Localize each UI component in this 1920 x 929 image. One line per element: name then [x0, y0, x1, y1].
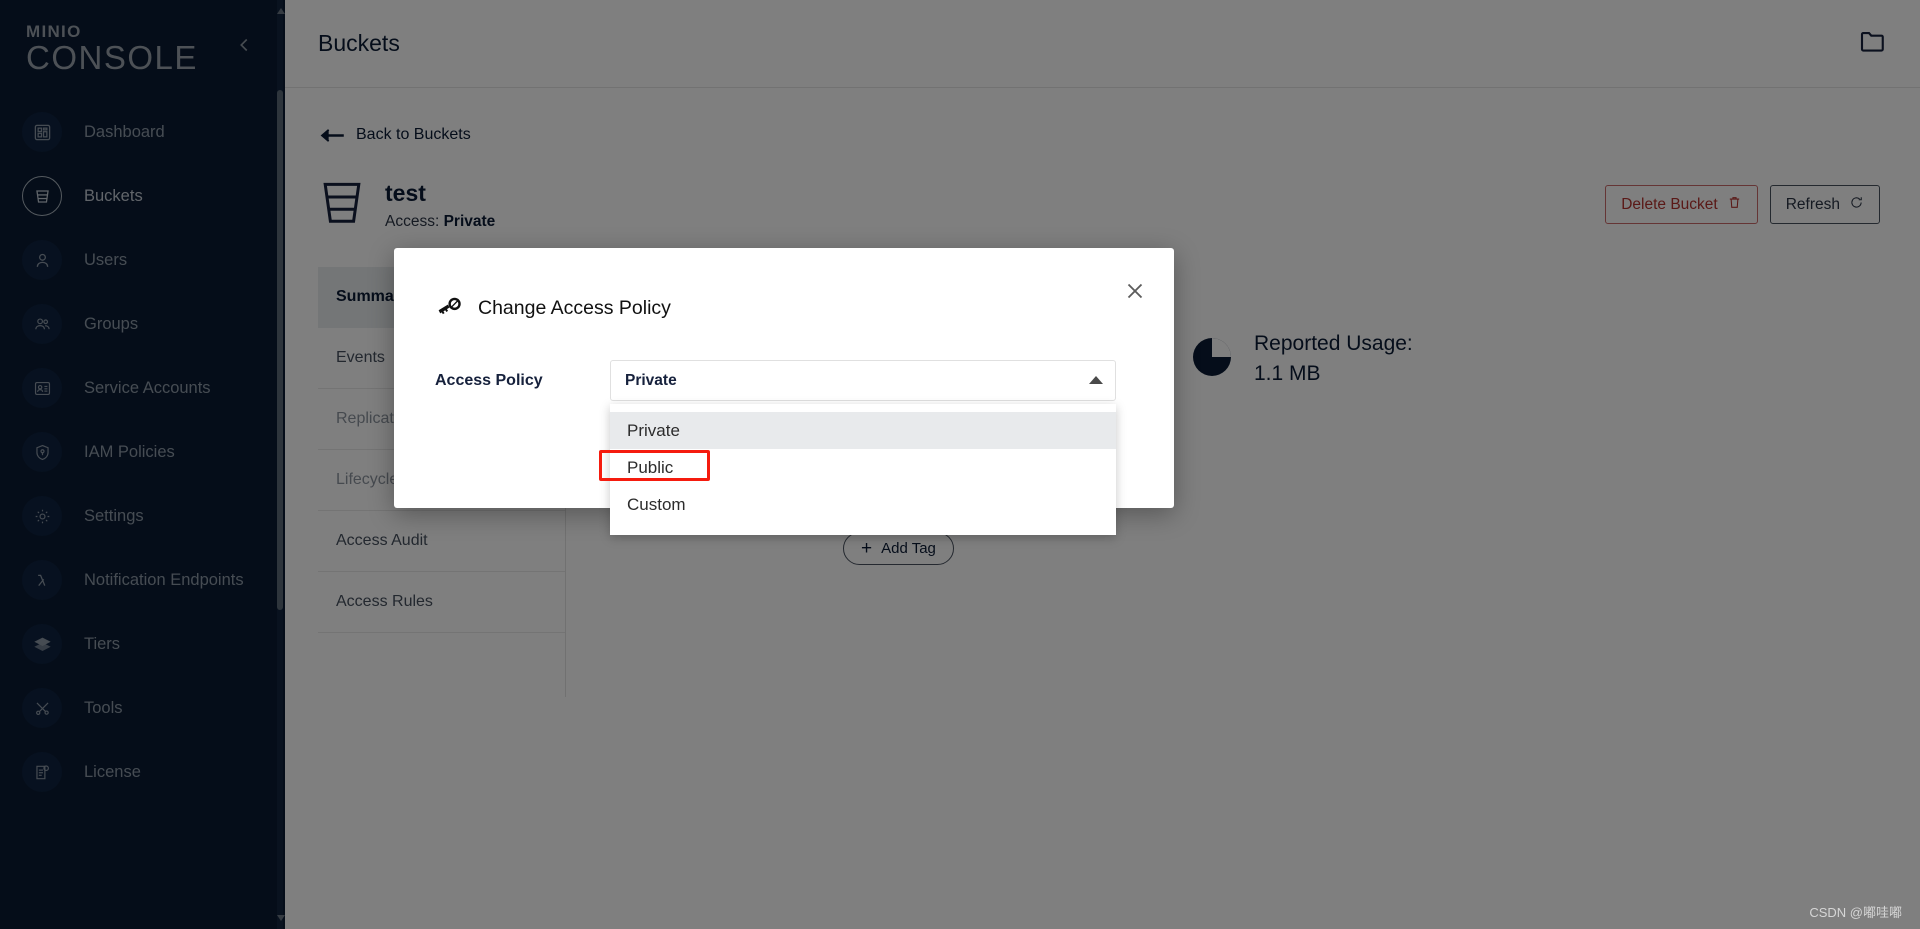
access-policy-dropdown: Private Public Custom	[610, 404, 1116, 535]
dropdown-option-custom[interactable]: Custom	[610, 486, 1116, 523]
modal-header: Change Access Policy	[394, 248, 1174, 323]
key-icon	[435, 294, 464, 323]
option-label: Custom	[627, 494, 686, 514]
option-label: Public	[627, 457, 674, 477]
close-icon[interactable]	[1122, 278, 1148, 304]
app-root: MINIO CONSOLE Dashb	[0, 0, 1920, 929]
dropdown-option-public[interactable]: Public	[610, 449, 1116, 486]
access-policy-field: Access Policy Private	[394, 360, 1174, 401]
access-policy-select[interactable]: Private	[610, 360, 1116, 401]
dropdown-option-private[interactable]: Private	[610, 412, 1116, 449]
access-policy-selected-value: Private	[625, 371, 677, 389]
chevron-up-icon	[1089, 372, 1103, 390]
access-policy-label: Access Policy	[435, 371, 543, 389]
option-label: Private	[627, 420, 680, 440]
modal-title: Change Access Policy	[478, 297, 671, 319]
watermark: CSDN @嘟哇嘟	[1809, 905, 1902, 920]
